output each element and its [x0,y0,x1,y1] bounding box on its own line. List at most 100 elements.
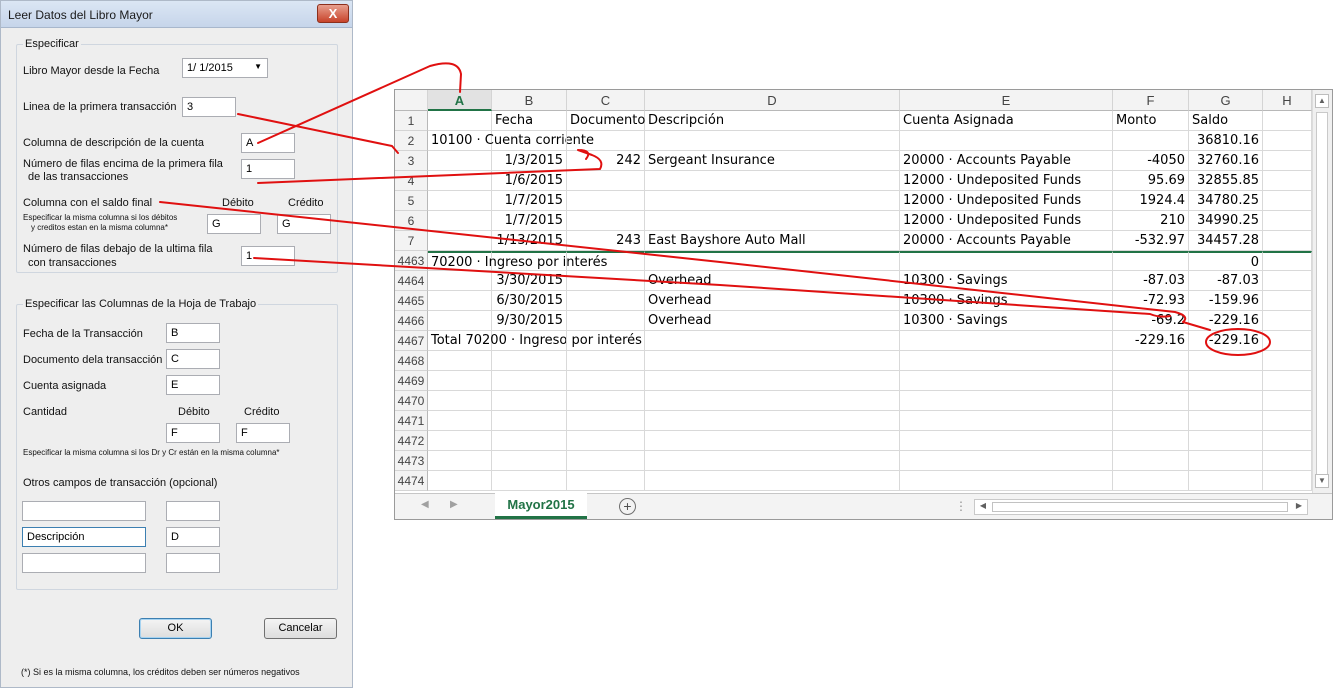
other-field-column-input[interactable] [166,553,220,573]
row-header[interactable]: 4465 [395,291,428,311]
cell-d[interactable]: Sergeant Insurance [645,151,900,171]
cell-a[interactable] [428,271,492,291]
cell-f[interactable] [1113,131,1189,151]
cell-b[interactable] [492,371,567,391]
cell-b[interactable] [492,251,567,271]
transaction-document-input[interactable] [166,349,220,369]
cell-f[interactable]: -69.2 [1113,311,1189,331]
cell-h[interactable] [1263,231,1312,251]
cell-e[interactable]: 12000 · Undeposited Funds [900,171,1113,191]
cell-b[interactable] [492,391,567,411]
cell-f[interactable]: 210 [1113,211,1189,231]
cell-h[interactable] [1263,331,1312,351]
vertical-scrollbar[interactable]: ▲ ▼ [1312,90,1332,493]
cell-e[interactable]: Cuenta Asignada [900,111,1113,131]
row-header[interactable]: 4474 [395,471,428,491]
cell-f[interactable]: -229.16 [1113,331,1189,351]
cell-b[interactable]: Fecha [492,111,567,131]
cell-a[interactable] [428,391,492,411]
other-field-column-input[interactable] [166,501,220,521]
cell-g[interactable]: 34457.28 [1189,231,1263,251]
cell-g[interactable]: 34780.25 [1189,191,1263,211]
cell-g[interactable] [1189,471,1263,491]
column-header-d[interactable]: D [645,90,900,111]
scroll-down-icon[interactable]: ▼ [1315,474,1329,488]
select-all-corner[interactable] [395,90,428,111]
cell-f[interactable] [1113,471,1189,491]
cell-e[interactable]: 12000 · Undeposited Funds [900,211,1113,231]
row-header[interactable]: 4469 [395,371,428,391]
sheet-tab-mayor2015[interactable]: Mayor2015 [495,493,587,519]
cell-c[interactable] [567,271,645,291]
cell-h[interactable] [1263,151,1312,171]
first-transaction-line-input[interactable] [182,97,236,117]
rows-below-input[interactable] [241,246,295,266]
cell-b[interactable]: 6/30/2015 [492,291,567,311]
cell-a[interactable] [428,371,492,391]
cell-f[interactable]: Monto [1113,111,1189,131]
cell-c[interactable] [567,371,645,391]
cell-b[interactable]: 9/30/2015 [492,311,567,331]
row-header[interactable]: 5 [395,191,428,211]
cell-c[interactable]: Documento [567,111,645,131]
cell-g[interactable] [1189,451,1263,471]
row-header[interactable]: 4467 [395,331,428,351]
cell-d[interactable] [645,391,900,411]
cell-h[interactable] [1263,411,1312,431]
cell-f[interactable] [1113,411,1189,431]
cell-d[interactable] [645,331,900,351]
cell-e[interactable] [900,471,1113,491]
cell-g[interactable]: 0 [1189,251,1263,271]
cell-c[interactable] [567,471,645,491]
column-header-h[interactable]: H [1263,90,1312,111]
cell-b[interactable] [492,351,567,371]
cell-d[interactable]: East Bayshore Auto Mall [645,231,900,251]
cell-b[interactable] [492,471,567,491]
column-header-c[interactable]: C [567,90,645,111]
row-header[interactable]: 4466 [395,311,428,331]
cell-b[interactable]: 3/30/2015 [492,271,567,291]
amount-debit-input[interactable] [166,423,220,443]
cell-f[interactable]: -72.93 [1113,291,1189,311]
cell-c[interactable] [567,411,645,431]
row-header[interactable]: 4471 [395,411,428,431]
cell-c[interactable] [567,131,645,151]
cell-g[interactable]: -87.03 [1189,271,1263,291]
final-balance-debit-input[interactable] [207,214,261,234]
cell-g[interactable]: Saldo [1189,111,1263,131]
cell-d[interactable] [645,251,900,271]
other-field-name-input[interactable] [22,527,146,547]
cell-c[interactable] [567,431,645,451]
row-header[interactable]: 3 [395,151,428,171]
vertical-scroll-thumb[interactable] [1316,112,1328,484]
cell-d[interactable] [645,451,900,471]
other-field-name-input[interactable] [22,553,146,573]
cell-f[interactable]: 1924.4 [1113,191,1189,211]
cell-g[interactable]: -229.16 [1189,331,1263,351]
row-header[interactable]: 4464 [395,271,428,291]
cell-h[interactable] [1263,471,1312,491]
row-header[interactable]: 6 [395,211,428,231]
cell-a[interactable] [428,431,492,451]
account-description-column-input[interactable] [241,133,295,153]
row-header[interactable]: 4468 [395,351,428,371]
cell-h[interactable] [1263,271,1312,291]
column-header-a[interactable]: A [428,90,492,111]
cell-f[interactable] [1113,391,1189,411]
cell-f[interactable] [1113,451,1189,471]
column-header-g[interactable]: G [1189,90,1263,111]
cell-f[interactable]: 95.69 [1113,171,1189,191]
cell-b[interactable]: 1/7/2015 [492,211,567,231]
cancel-button[interactable]: Cancelar [264,618,337,639]
cell-g[interactable]: 36810.16 [1189,131,1263,151]
assigned-account-input[interactable] [166,375,220,395]
cell-e[interactable]: 10300 · Savings [900,311,1113,331]
cell-c[interactable] [567,351,645,371]
cell-d[interactable]: Overhead [645,271,900,291]
cell-g[interactable] [1189,431,1263,451]
ledger-from-date-picker[interactable]: 1/ 1/2015 ▼ [182,58,268,78]
cell-g[interactable] [1189,391,1263,411]
cell-b[interactable]: 1/3/2015 [492,151,567,171]
final-balance-credit-input[interactable] [277,214,331,234]
cell-a[interactable] [428,191,492,211]
